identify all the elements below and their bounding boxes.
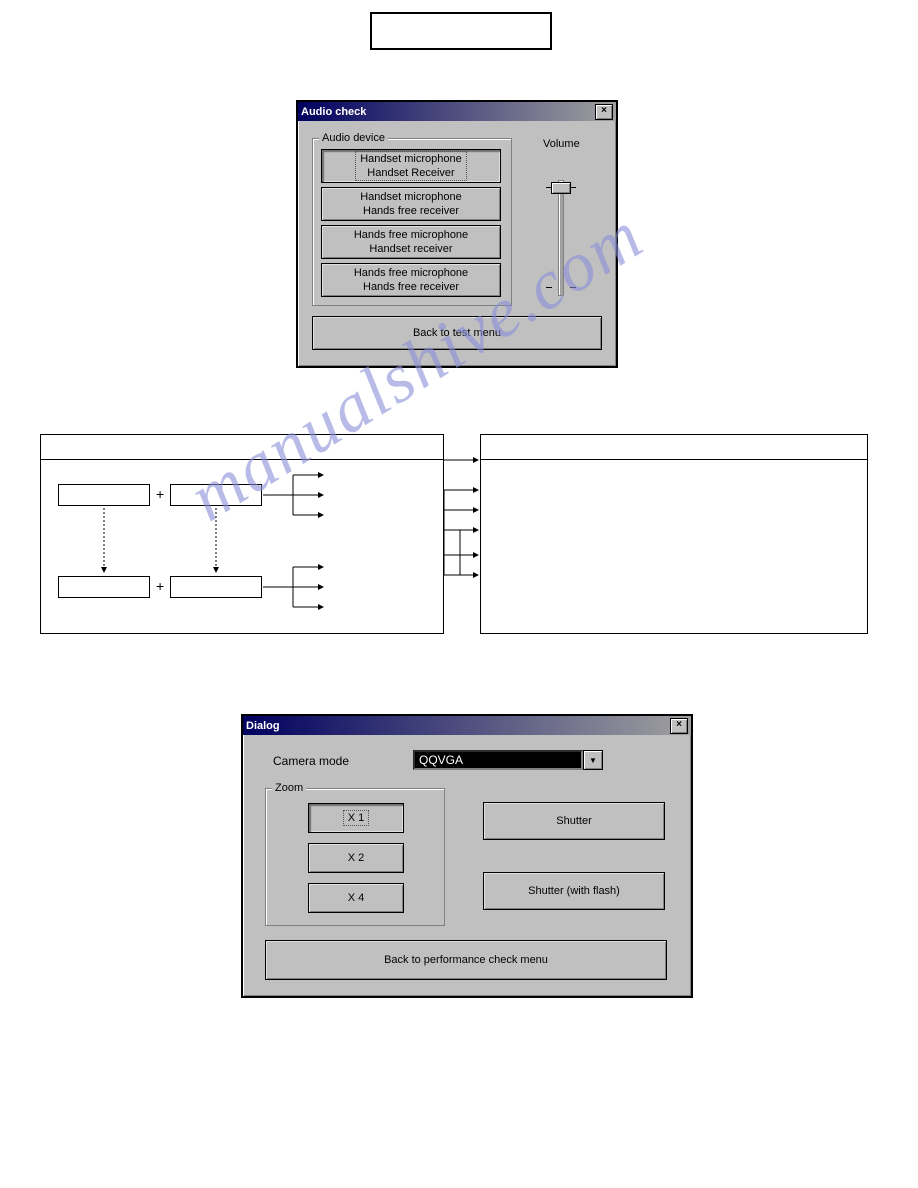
camera-mode-label: Camera mode <box>273 754 349 768</box>
flow-arrows <box>0 0 918 700</box>
button-label: Shutter (with flash) <box>528 884 620 898</box>
button-label: Back to performance check menu <box>384 953 548 967</box>
shutter-with-flash-button[interactable]: Shutter (with flash) <box>483 872 665 910</box>
zoom-x1-button[interactable]: X 1 <box>308 803 404 833</box>
camera-dialog-titlebar: Dialog × <box>243 716 691 735</box>
shutter-button[interactable]: Shutter <box>483 802 665 840</box>
camera-mode-value: QQVGA <box>413 750 583 770</box>
zoom-label: X 4 <box>348 891 365 905</box>
chevron-down-icon: ▼ <box>589 756 597 765</box>
close-icon: × <box>676 719 682 730</box>
camera-dialog-title: Dialog <box>246 720 670 732</box>
zoom-x4-button[interactable]: X 4 <box>308 883 404 913</box>
camera-mode-dropdown[interactable]: QQVGA ▼ <box>413 750 603 770</box>
zoom-group-label: Zoom <box>272 782 306 794</box>
camera-dialog: Dialog × Camera mode QQVGA ▼ Zoom X 1 X … <box>241 714 693 998</box>
zoom-group: Zoom X 1 X 2 X 4 <box>265 788 445 926</box>
back-to-performance-check-button[interactable]: Back to performance check menu <box>265 940 667 980</box>
button-label: Shutter <box>556 814 591 828</box>
dropdown-arrow: ▼ <box>583 750 603 770</box>
zoom-label: X 2 <box>348 851 365 865</box>
zoom-x2-button[interactable]: X 2 <box>308 843 404 873</box>
close-button[interactable]: × <box>670 718 688 734</box>
zoom-label: X 1 <box>343 810 370 826</box>
